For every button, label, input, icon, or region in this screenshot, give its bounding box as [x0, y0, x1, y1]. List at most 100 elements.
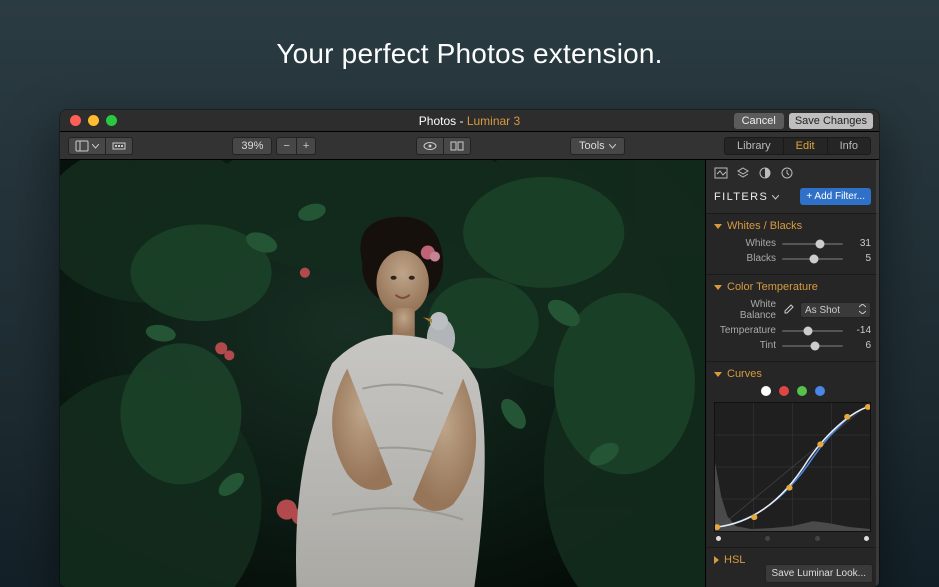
curves-channel-picker	[714, 386, 871, 396]
section-title: Curves	[727, 368, 762, 380]
slider-value: 31	[849, 238, 871, 249]
range-dot[interactable]	[864, 536, 869, 541]
tools-dropdown[interactable]: Tools	[570, 137, 625, 155]
section-title: Whites / Blacks	[727, 220, 802, 232]
slider-value: 6	[849, 340, 871, 351]
updown-icon	[859, 304, 866, 317]
tab-edit[interactable]: Edit	[784, 138, 828, 154]
window-title-app: Photos	[419, 114, 456, 128]
window-title-sep: -	[456, 114, 467, 128]
slider-label: Whites	[714, 238, 776, 249]
triangle-right-icon	[714, 556, 719, 564]
slider-thumb[interactable]	[815, 239, 824, 248]
app-window: Photos - Luminar 3 Cancel Save Changes	[60, 110, 879, 587]
slider-track[interactable]	[782, 243, 843, 245]
mask-icon[interactable]	[758, 166, 772, 180]
curves-range-dots	[714, 536, 871, 541]
minus-icon: −	[283, 140, 289, 152]
range-dot[interactable]	[765, 536, 770, 541]
tab-library[interactable]: Library	[725, 138, 784, 154]
slider-blacks[interactable]: Blacks 5	[714, 253, 871, 264]
slider-thumb[interactable]	[810, 254, 819, 263]
section-header-color-temperature[interactable]: Color Temperature	[714, 281, 871, 293]
section-title: Color Temperature	[727, 281, 818, 293]
channel-blue[interactable]	[815, 386, 825, 396]
zoom-in-button[interactable]: +	[297, 138, 315, 154]
toggle-sidebar-button[interactable]	[69, 138, 106, 154]
save-luminar-look-button[interactable]: Save Luminar Look...	[765, 564, 874, 583]
add-filter-button[interactable]: + Add Filter...	[800, 188, 871, 205]
channel-red[interactable]	[779, 386, 789, 396]
sidebar-toggle-segment	[68, 137, 133, 155]
toolbar: 39% − + Tools	[60, 132, 879, 160]
sidebar-icon	[75, 139, 89, 153]
minimize-window-button[interactable]	[88, 115, 99, 126]
section-curves: Curves	[706, 361, 879, 547]
page-headline: Your perfect Photos extension.	[0, 0, 939, 70]
chevron-down-icon	[609, 140, 616, 152]
triangle-down-icon	[714, 224, 722, 229]
mode-tabs: Library Edit Info	[724, 137, 871, 155]
close-window-button[interactable]	[70, 115, 81, 126]
white-balance-select[interactable]: As Shot	[800, 302, 871, 318]
save-changes-button[interactable]: Save Changes	[789, 113, 873, 129]
layers-icon[interactable]	[736, 166, 750, 180]
slider-temperature[interactable]: Temperature -14	[714, 325, 871, 336]
chevron-down-icon	[772, 191, 779, 203]
workspace-icon[interactable]	[714, 166, 728, 180]
channel-green[interactable]	[797, 386, 807, 396]
filmstrip-icon	[112, 139, 126, 153]
tools-label: Tools	[579, 140, 605, 152]
section-color-temperature: Color Temperature White Balance As Shot …	[706, 274, 879, 361]
filters-panel: FILTERS + Add Filter... Whites / Blacks …	[705, 160, 879, 587]
slider-track[interactable]	[782, 258, 843, 260]
slider-track[interactable]	[782, 330, 843, 332]
zoom-level[interactable]: 39%	[232, 137, 272, 155]
tab-info[interactable]: Info	[828, 138, 870, 154]
slider-value: 5	[849, 253, 871, 264]
zoom-window-button[interactable]	[106, 115, 117, 126]
chevron-down-icon	[92, 140, 99, 152]
traffic-lights	[60, 115, 117, 126]
section-title: HSL	[724, 554, 745, 566]
slider-label: Temperature	[714, 325, 776, 336]
slider-whites[interactable]: Whites 31	[714, 238, 871, 249]
window-title-app2: Luminar 3	[467, 114, 520, 128]
section-whites-blacks: Whites / Blacks Whites 31 Blacks 5	[706, 213, 879, 274]
section-header-curves[interactable]: Curves	[714, 368, 871, 380]
eye-icon	[423, 139, 437, 153]
channel-luma[interactable]	[761, 386, 771, 396]
range-dot[interactable]	[716, 536, 721, 541]
panel-scrollbar[interactable]	[876, 160, 879, 587]
section-header-whites-blacks[interactable]: Whites / Blacks	[714, 220, 871, 232]
slider-tint[interactable]: Tint 6	[714, 340, 871, 351]
image-canvas[interactable]: © DeMuñoz	[60, 160, 705, 587]
plus-icon: +	[303, 140, 309, 152]
white-balance-row: White Balance As Shot	[714, 299, 871, 321]
compare-icon	[450, 139, 464, 153]
toggle-filmstrip-button[interactable]	[106, 138, 132, 154]
filters-header[interactable]: FILTERS	[714, 191, 779, 203]
slider-track[interactable]	[782, 345, 843, 347]
slider-label: Tint	[714, 340, 776, 351]
slider-label: Blacks	[714, 253, 776, 264]
preview-toggle-button[interactable]	[417, 138, 444, 154]
edited-photo	[60, 160, 705, 587]
history-icon[interactable]	[780, 166, 794, 180]
range-dot[interactable]	[815, 536, 820, 541]
slider-thumb[interactable]	[804, 326, 813, 335]
compare-toggle-button[interactable]	[444, 138, 470, 154]
triangle-down-icon	[714, 285, 722, 290]
cancel-button[interactable]: Cancel	[734, 113, 784, 129]
triangle-down-icon	[714, 372, 722, 377]
window-titlebar: Photos - Luminar 3 Cancel Save Changes	[60, 110, 879, 132]
filters-label: FILTERS	[714, 191, 768, 203]
curves-editor[interactable]	[714, 402, 871, 532]
photo-credit: © DeMuñoz	[60, 539, 62, 581]
wb-value: As Shot	[805, 305, 840, 316]
zoom-out-button[interactable]: −	[277, 138, 296, 154]
eyedropper-button[interactable]	[781, 303, 795, 317]
slider-value: -14	[849, 325, 871, 336]
wb-label: White Balance	[714, 299, 776, 321]
slider-thumb[interactable]	[810, 341, 819, 350]
